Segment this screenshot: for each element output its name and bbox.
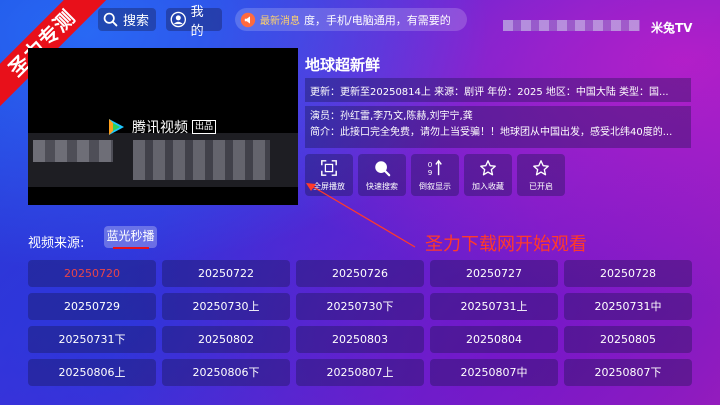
episode-button[interactable]: 20250731中 bbox=[564, 293, 692, 320]
search-label: 搜索 bbox=[123, 14, 150, 29]
show-summary: 简介：此接口完全免费，请勿上当受骗！！地球团从中国出发，感受北纬40度的... bbox=[310, 127, 673, 138]
show-description: 演员：孙红雷,李乃文,陈赫,刘宇宁,龚 简介：此接口完全免费，请勿上当受骗！！地… bbox=[305, 106, 691, 148]
episode-button[interactable]: 20250805 bbox=[564, 326, 692, 353]
episode-button[interactable]: 20250731下 bbox=[28, 326, 156, 353]
mine-label: 我的 bbox=[190, 4, 204, 39]
episode-button[interactable]: 20250731上 bbox=[430, 293, 558, 320]
tencent-video-logo: 腾讯视频 出品 bbox=[105, 116, 217, 138]
blurred-caption bbox=[133, 140, 270, 180]
episode-button[interactable]: 20250730下 bbox=[296, 293, 424, 320]
episode-button[interactable]: 20250802 bbox=[162, 326, 290, 353]
episode-button[interactable]: 20250807下 bbox=[564, 359, 692, 386]
source-tab-selected[interactable]: 蓝光秒播 bbox=[104, 226, 157, 248]
svg-text:9: 9 bbox=[428, 168, 433, 177]
annotation-arrow bbox=[306, 183, 416, 248]
reverse-order-label: 倒叙显示 bbox=[419, 181, 451, 191]
episode-button[interactable]: 20250722 bbox=[162, 260, 290, 287]
news-text: 度，手机/电脑通用，有需要的 bbox=[304, 13, 451, 27]
episode-grid: 20250720 20250722 20250726 20250727 20250728… bbox=[28, 260, 692, 386]
episode-button[interactable]: 20250806上 bbox=[28, 359, 156, 386]
fullscreen-icon bbox=[321, 159, 337, 176]
source-tab-underline bbox=[113, 247, 149, 249]
add-favorite-label: 加入收藏 bbox=[472, 181, 504, 191]
episode-button[interactable]: 20250807上 bbox=[296, 359, 424, 386]
brand-logo: 米兔TV bbox=[651, 21, 693, 35]
episode-button[interactable]: 20250730上 bbox=[162, 293, 290, 320]
user-icon bbox=[170, 11, 187, 28]
star-icon bbox=[533, 159, 549, 175]
blurred-caption bbox=[33, 140, 113, 162]
show-title: 地球超新鲜 bbox=[305, 56, 381, 74]
tencent-video-icon bbox=[109, 119, 124, 135]
video-player[interactable]: 腾讯视频 出品 bbox=[28, 48, 298, 205]
star-icon bbox=[480, 159, 496, 175]
episode-button[interactable]: 20250806下 bbox=[162, 359, 290, 386]
source-label: 视频来源: bbox=[28, 236, 85, 251]
megaphone-icon bbox=[240, 12, 256, 27]
episode-button[interactable]: 20250728 bbox=[564, 260, 692, 287]
logo-badge: 出品 bbox=[192, 120, 217, 134]
episode-button[interactable]: 20250720 bbox=[28, 260, 156, 287]
news-label: 最新消息 bbox=[260, 16, 300, 27]
add-favorite-button[interactable]: 加入收藏 bbox=[464, 154, 512, 196]
episode-button[interactable]: 20250807中 bbox=[430, 359, 558, 386]
episode-button[interactable]: 20250803 bbox=[296, 326, 424, 353]
enabled-button[interactable]: 已开启 bbox=[517, 154, 565, 196]
mine-button[interactable]: 我的 bbox=[166, 5, 222, 39]
logo-text: 腾讯视频 bbox=[132, 120, 188, 136]
episode-button[interactable]: 20250726 bbox=[296, 260, 424, 287]
news-ticker[interactable]: 最新消息 度，手机/电脑通用，有需要的 bbox=[235, 8, 467, 31]
sort-icon: 0 9 bbox=[428, 159, 442, 177]
annotation-text: 圣力下载网开始观看 bbox=[425, 234, 587, 255]
episode-button[interactable]: 20250727 bbox=[430, 260, 558, 287]
search-icon bbox=[375, 160, 391, 176]
show-meta: 更新：更新至20250814上 来源：剧评 年份：2025 地区：中国大陆 类型… bbox=[305, 78, 691, 102]
episode-button[interactable]: 20250729 bbox=[28, 293, 156, 320]
show-actors: 演员：孙红雷,李乃文,陈赫,刘宇宁,龚 bbox=[310, 111, 473, 122]
blurred-text bbox=[503, 20, 640, 31]
enabled-label: 已开启 bbox=[529, 181, 553, 191]
episode-button[interactable]: 20250804 bbox=[430, 326, 558, 353]
